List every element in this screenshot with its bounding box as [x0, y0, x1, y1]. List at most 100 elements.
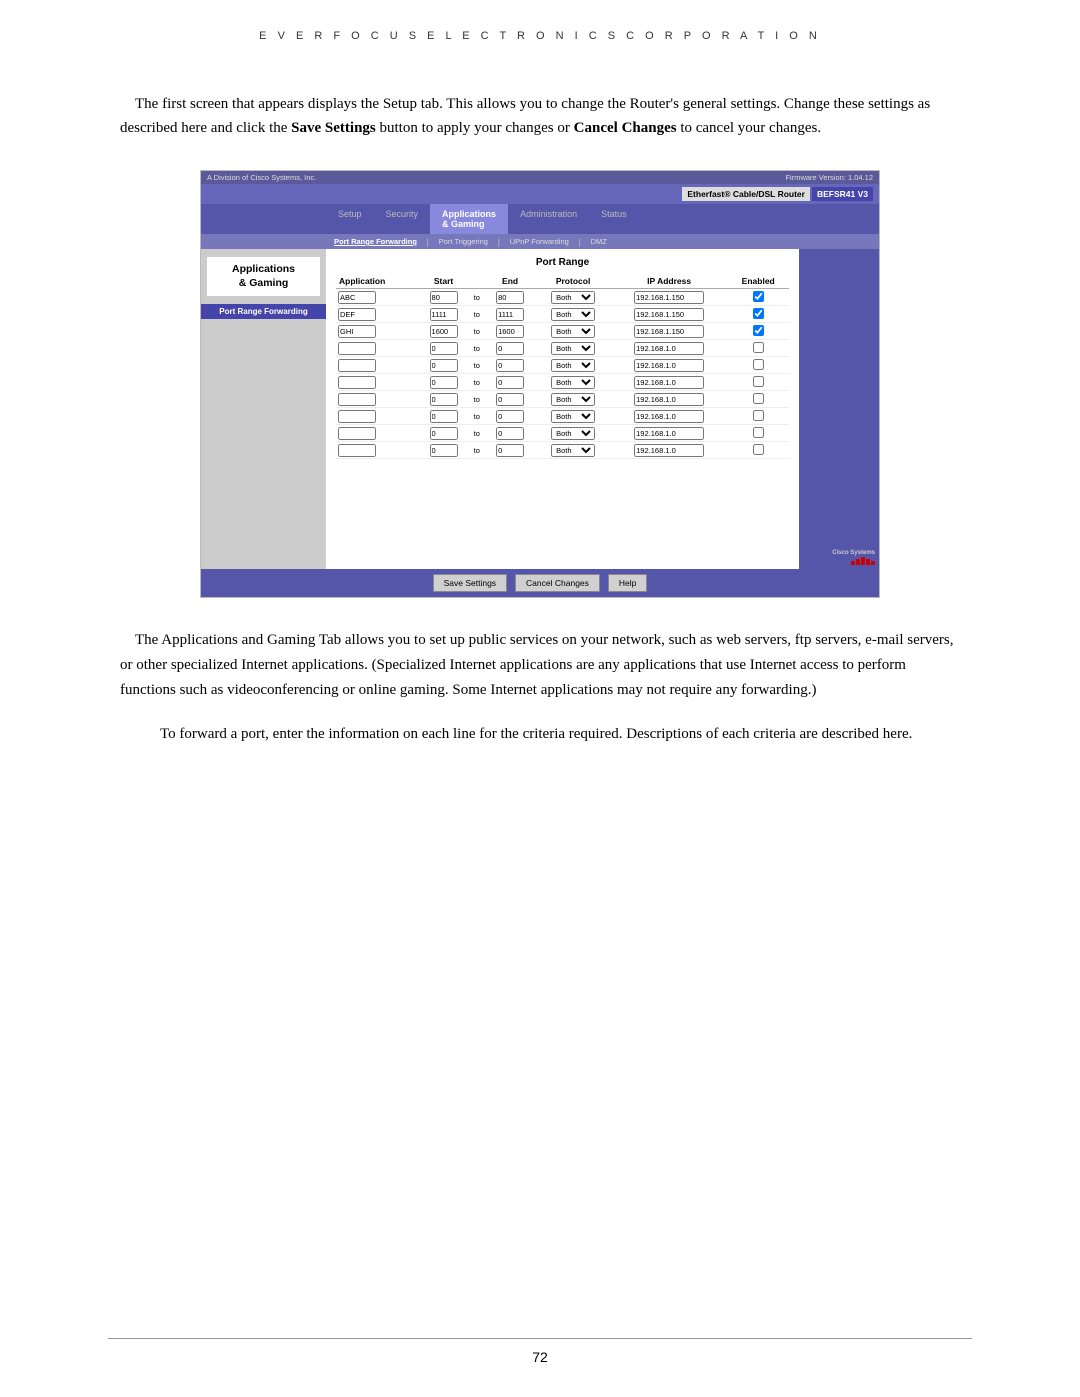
cell-enabled[interactable]: [727, 442, 789, 459]
col-end: End: [485, 274, 535, 289]
cell-to-label: to: [469, 289, 485, 306]
firmware-version: Firmware Version: 1.04.12: [785, 173, 873, 182]
cell-application[interactable]: [336, 374, 418, 391]
tab-apps-gaming[interactable]: Applications& Gaming: [430, 204, 508, 234]
cell-enabled[interactable]: [727, 391, 789, 408]
cell-protocol[interactable]: BothTCPUDP: [535, 425, 611, 442]
cell-start[interactable]: [418, 442, 468, 459]
cell-start[interactable]: [418, 323, 468, 340]
cell-end[interactable]: [485, 357, 535, 374]
nav-tabs: Setup Security Applications& Gaming Admi…: [201, 204, 879, 234]
cell-to-label: to: [469, 425, 485, 442]
subtab-port-range-fwd[interactable]: Port Range Forwarding: [326, 234, 425, 249]
cell-to-label: to: [469, 374, 485, 391]
table-row: to BothTCPUDP: [336, 425, 789, 442]
cell-protocol[interactable]: BothTCPUDP: [535, 289, 611, 306]
cell-protocol[interactable]: BothTCPUDP: [535, 340, 611, 357]
cell-enabled[interactable]: [727, 306, 789, 323]
cell-application[interactable]: [336, 391, 418, 408]
cell-enabled[interactable]: [727, 323, 789, 340]
cell-start[interactable]: [418, 391, 468, 408]
cell-ip[interactable]: [611, 374, 728, 391]
save-settings-button[interactable]: Save Settings: [433, 574, 507, 592]
tab-setup[interactable]: Setup: [326, 204, 374, 234]
left-panel: Applications& Gaming Port Range Forwardi…: [201, 249, 326, 569]
table-row: to BothTCPUDP: [336, 323, 789, 340]
cell-start[interactable]: [418, 374, 468, 391]
subtab-upnp[interactable]: UPnP Forwarding: [502, 234, 577, 249]
port-fwd-sidebar-btn[interactable]: Port Range Forwarding: [201, 304, 326, 319]
cell-to-label: to: [469, 340, 485, 357]
table-row: to BothTCPUDP: [336, 340, 789, 357]
sub-nav: Port Range Forwarding | Port Triggering …: [201, 234, 879, 249]
cell-ip[interactable]: [611, 340, 728, 357]
cell-enabled[interactable]: [727, 289, 789, 306]
page-header: E V E R F O C U S E L E C T R O N I C S …: [0, 0, 1080, 52]
cell-start[interactable]: [418, 340, 468, 357]
cell-protocol[interactable]: BothTCPUDP: [535, 374, 611, 391]
tab-administration[interactable]: Administration: [508, 204, 589, 234]
cell-start[interactable]: [418, 306, 468, 323]
cell-application[interactable]: [336, 323, 418, 340]
cell-protocol[interactable]: BothTCPUDP: [535, 357, 611, 374]
cell-end[interactable]: [485, 323, 535, 340]
cell-protocol[interactable]: BothTCPUDP: [535, 391, 611, 408]
cell-ip[interactable]: [611, 391, 728, 408]
cell-application[interactable]: [336, 357, 418, 374]
tab-status[interactable]: Status: [589, 204, 639, 234]
cell-start[interactable]: [418, 425, 468, 442]
cell-end[interactable]: [485, 289, 535, 306]
cell-to-label: to: [469, 323, 485, 340]
cell-to-label: to: [469, 306, 485, 323]
intro-paragraph: The first screen that appears displays t…: [120, 92, 960, 140]
cell-protocol[interactable]: BothTCPUDP: [535, 323, 611, 340]
cell-ip[interactable]: [611, 425, 728, 442]
cell-end[interactable]: [485, 425, 535, 442]
cell-application[interactable]: [336, 408, 418, 425]
cell-end[interactable]: [485, 306, 535, 323]
model-badge: BEFSR41 V3: [812, 187, 873, 201]
cell-start[interactable]: [418, 408, 468, 425]
cell-application[interactable]: [336, 425, 418, 442]
cell-enabled[interactable]: [727, 408, 789, 425]
table-row: to BothTCPUDP: [336, 357, 789, 374]
cell-application[interactable]: [336, 289, 418, 306]
cell-enabled[interactable]: [727, 340, 789, 357]
cell-application[interactable]: [336, 340, 418, 357]
cell-start[interactable]: [418, 289, 468, 306]
cell-enabled[interactable]: [727, 425, 789, 442]
cell-protocol[interactable]: BothTCPUDP: [535, 408, 611, 425]
help-button[interactable]: Help: [608, 574, 647, 592]
cell-ip[interactable]: [611, 289, 728, 306]
cell-end[interactable]: [485, 442, 535, 459]
cell-ip[interactable]: [611, 323, 728, 340]
cell-to-label: to: [469, 408, 485, 425]
cell-ip[interactable]: [611, 442, 728, 459]
cell-ip[interactable]: [611, 408, 728, 425]
cell-application[interactable]: [336, 306, 418, 323]
company-name: E V E R F O C U S E L E C T R O N I C S …: [259, 30, 821, 42]
cell-to-label: to: [469, 391, 485, 408]
cell-application[interactable]: [336, 442, 418, 459]
cell-enabled[interactable]: [727, 374, 789, 391]
cell-ip[interactable]: [611, 357, 728, 374]
cancel-changes-button[interactable]: Cancel Changes: [515, 574, 600, 592]
cell-protocol[interactable]: BothTCPUDP: [535, 442, 611, 459]
cell-to-label: to: [469, 442, 485, 459]
cell-end[interactable]: [485, 408, 535, 425]
subtab-dmz[interactable]: DMZ: [583, 234, 615, 249]
subtab-port-triggering[interactable]: Port Triggering: [431, 234, 496, 249]
cell-end[interactable]: [485, 391, 535, 408]
cell-ip[interactable]: [611, 306, 728, 323]
tab-security[interactable]: Security: [374, 204, 431, 234]
cell-protocol[interactable]: BothTCPUDP: [535, 306, 611, 323]
cell-enabled[interactable]: [727, 357, 789, 374]
cell-end[interactable]: [485, 374, 535, 391]
col-enabled: Enabled: [727, 274, 789, 289]
col-to: [469, 274, 485, 289]
router-content: Applications& Gaming Port Range Forwardi…: [201, 249, 879, 569]
cell-end[interactable]: [485, 340, 535, 357]
page-footer: 72: [0, 1338, 1080, 1367]
cell-start[interactable]: [418, 357, 468, 374]
cell-to-label: to: [469, 357, 485, 374]
